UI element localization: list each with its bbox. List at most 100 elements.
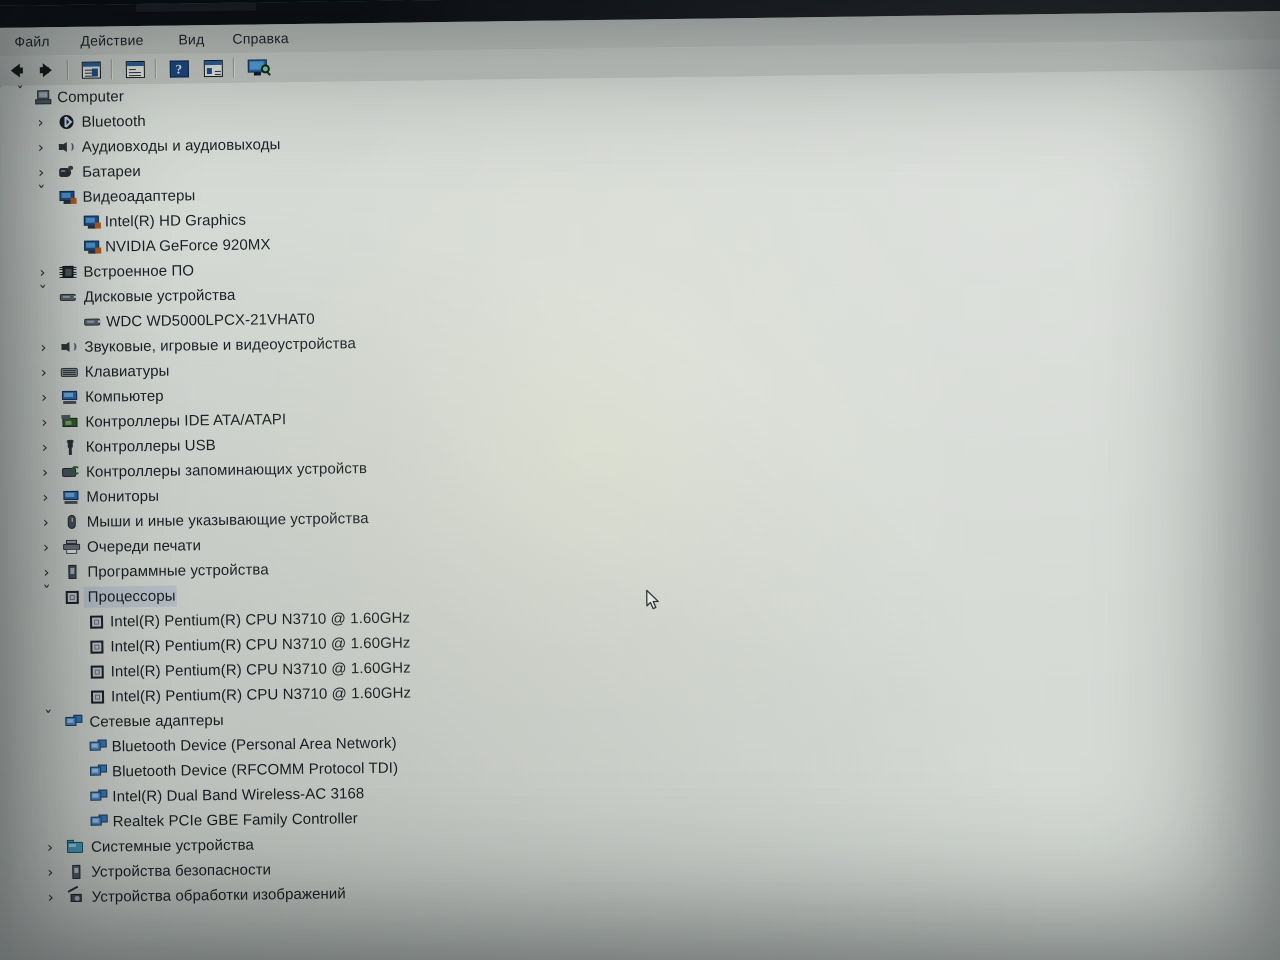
system-devices-icon	[66, 839, 85, 855]
forward-arrow-icon[interactable]	[35, 59, 59, 81]
tree-item-label: Bluetooth Device (Personal Area Network)	[111, 734, 397, 756]
menu-view[interactable]: Вид	[172, 29, 210, 49]
printer-icon	[63, 539, 81, 555]
tree-item-label: Устройства обработки изображений	[91, 885, 346, 906]
menu-action[interactable]: Действие	[74, 30, 149, 51]
chevron-right-icon[interactable]: ›	[39, 513, 53, 531]
network-adapter-icon	[65, 714, 83, 730]
tree-item-label: Computer	[57, 88, 124, 107]
display-adapter-icon	[58, 190, 77, 205]
chevron-right-icon[interactable]: ›	[38, 488, 52, 506]
chevron-right-icon[interactable]: ›	[37, 388, 51, 406]
cpu-icon	[89, 664, 107, 679]
keyboard-icon	[60, 365, 79, 380]
chevron-down-icon[interactable]: ˇ	[36, 283, 50, 303]
disk-drive-icon	[59, 290, 78, 305]
chevron-right-icon[interactable]: ›	[35, 263, 49, 281]
screen-photo: Файл Действие Вид Справка ? ˇ Computer ›…	[0, 0, 1280, 960]
display-adapter-icon	[83, 240, 102, 255]
chevron-right-icon[interactable]: ›	[34, 163, 48, 181]
display-adapter-icon	[83, 215, 101, 230]
tree-item-label: Контроллеры IDE ATA/ATAPI	[85, 411, 287, 431]
chevron-right-icon[interactable]: ›	[44, 888, 58, 906]
network-adapter-icon	[89, 764, 108, 779]
tree-item-label: Intel(R) HD Graphics	[104, 211, 247, 231]
scan-hardware-changes-icon[interactable]	[245, 56, 271, 78]
toolbar-separator	[154, 58, 156, 79]
device-manager-window: Файл Действие Вид Справка ? ˇ Computer ›…	[0, 0, 1280, 960]
tree-item-label: Контроллеры запоминающих устройств	[86, 460, 368, 481]
software-device-icon	[63, 564, 81, 580]
tree-item-label: Видеоадаптеры	[82, 187, 196, 206]
chevron-right-icon[interactable]: ›	[39, 538, 53, 556]
tree-item-label: Программные устройства	[87, 561, 269, 581]
tree-item-label: Батареи	[82, 162, 141, 181]
menu-help[interactable]: Справка	[226, 28, 295, 49]
computer-icon	[35, 90, 53, 105]
speaker-icon	[58, 140, 76, 155]
tree-item-label: Сетевые адаптеры	[89, 711, 224, 731]
tree-item-label: Очереди печати	[86, 537, 202, 556]
tree-item-label: Intel(R) Dual Band Wireless-AC 3168	[112, 785, 365, 806]
tree-item-label: NVIDIA GeForce 920MX	[105, 236, 271, 256]
chevron-right-icon[interactable]: ›	[43, 863, 57, 881]
toolbar-separator	[110, 59, 112, 80]
speaker-icon	[60, 340, 78, 355]
network-adapter-icon	[89, 739, 108, 754]
tree-item-label: Мыши и иные указывающие устройства	[86, 510, 369, 531]
tree-item-label: Звуковые, игровые и видеоустройства	[84, 335, 357, 356]
properties-icon[interactable]	[79, 58, 103, 80]
window-title-ghost	[135, 2, 257, 13]
tree-item-label: Realtek PCIe GBE Family Controller	[112, 810, 358, 831]
tree-item-label: Устройства безопасности	[91, 861, 272, 881]
show-hidden-devices-icon[interactable]	[201, 57, 225, 79]
chevron-down-icon[interactable]: ˇ	[41, 708, 55, 728]
pc-monitor-icon	[62, 490, 80, 505]
help-icon[interactable]: ?	[167, 57, 191, 79]
chevron-down-icon[interactable]: ˇ	[40, 583, 54, 603]
chevron-right-icon[interactable]: ›	[37, 413, 51, 431]
device-tree[interactable]: ˇ Computer › Bluetooth › Аудиовходы и аудиовы…	[1, 68, 1280, 960]
imaging-device-icon	[67, 885, 86, 905]
tree-item-label: Bluetooth Device (RFCOMM Protocol TDI)	[111, 759, 399, 781]
toolbar-separator	[232, 57, 234, 78]
security-device-icon	[67, 864, 85, 880]
toolbar-separator	[66, 59, 68, 80]
back-arrow-icon[interactable]	[3, 59, 27, 81]
tree-item-label: Аудиовходы и аудиовыходы	[81, 136, 281, 156]
chevron-right-icon[interactable]: ›	[38, 463, 52, 481]
menu-file[interactable]: Файл	[8, 31, 55, 52]
chevron-right-icon[interactable]: ›	[36, 338, 50, 356]
storage-controller-icon	[62, 465, 81, 480]
tree-item-label: Процессоры	[87, 587, 176, 606]
battery-icon	[58, 165, 76, 180]
chevron-right-icon[interactable]: ›	[38, 438, 52, 456]
bluetooth-icon	[57, 114, 75, 130]
chevron-right-icon[interactable]: ›	[39, 563, 53, 581]
tree-item-label: Компьютер	[85, 387, 164, 406]
tree-item-label: Клавиатуры	[84, 362, 170, 381]
disk-drive-icon	[84, 315, 102, 330]
tree-item-label: Дисковые устройства	[83, 286, 236, 306]
network-adapter-icon	[90, 814, 109, 829]
tree-item-label: Контроллеры USB	[85, 437, 216, 456]
chevron-right-icon[interactable]: ›	[33, 113, 47, 131]
chevron-down-icon[interactable]: ˇ	[13, 84, 27, 104]
tree-item-label: Bluetooth	[81, 112, 146, 131]
chevron-right-icon[interactable]: ›	[43, 838, 57, 856]
firmware-chip-icon	[59, 265, 77, 280]
tree-item-label: Встроенное ПО	[83, 262, 195, 281]
cpu-icon	[88, 639, 106, 654]
usb-icon	[62, 439, 80, 455]
cpu-icon	[88, 614, 106, 629]
tree-item-label: WDC WD5000LPCX-21VHAT0	[106, 310, 315, 331]
cpu-icon	[64, 590, 82, 605]
chevron-right-icon[interactable]: ›	[37, 363, 51, 381]
update-driver-icon[interactable]	[123, 58, 147, 80]
tree-item-label: Мониторы	[86, 487, 160, 506]
chevron-down-icon[interactable]: ˇ	[34, 183, 48, 203]
tree-item-label: Системные устройства	[90, 836, 255, 856]
pc-monitor-icon	[61, 390, 79, 405]
chevron-right-icon[interactable]: ›	[34, 138, 48, 156]
mouse-icon	[63, 514, 81, 530]
